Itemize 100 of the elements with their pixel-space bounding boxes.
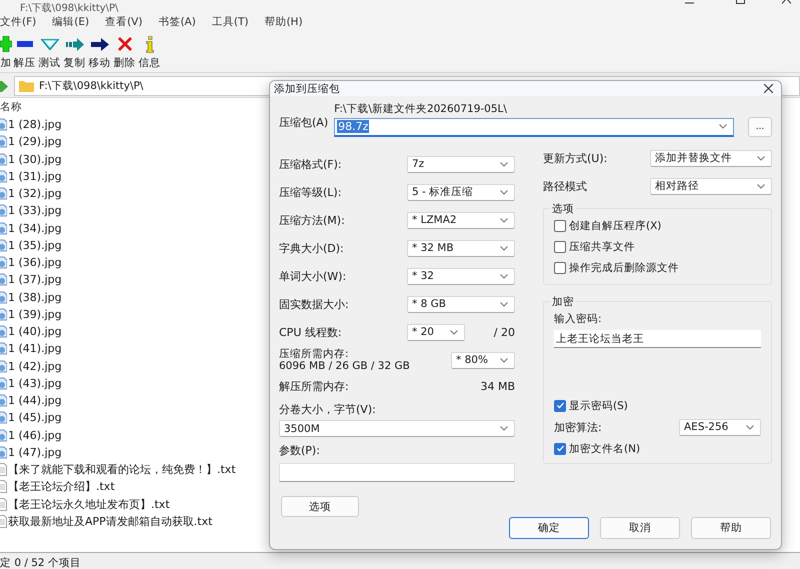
file-name[interactable]: 1 (41).jpg [8,342,62,356]
file-name[interactable]: 1 (36).jpg [8,256,62,270]
image-file-icon [0,394,7,408]
options-button[interactable]: 选项 [281,496,359,517]
checkbox[interactable] [554,240,566,252]
dropdown[interactable]: * 32 [407,268,515,284]
menu-item[interactable]: 工具(T) [212,15,248,29]
toolbar-button[interactable]: 信息 [137,30,162,72]
file-name[interactable]: 1 (45).jpg [8,411,62,424]
dialog-button[interactable]: 确定 [509,517,589,539]
image-file-icon [0,376,7,390]
toolbar-button[interactable]: 解压 [12,30,37,72]
chevron-icon [500,426,508,431]
file-name[interactable]: 【老王论坛永久地址发布页】.txt [8,496,170,512]
file-name[interactable]: 1 (31).jpg [8,170,62,183]
file-name[interactable]: 1 (28).jpg [8,118,62,132]
file-name[interactable]: 1 (35).jpg [8,238,62,252]
chevron-icon [500,190,508,194]
toolbar-button[interactable]: 测试 [37,30,62,72]
file-name[interactable]: 1 (39).jpg [8,308,62,321]
toolbar-button[interactable]: 移动 [87,30,112,72]
toolbar-button[interactable]: 复制 [62,30,87,72]
file-name[interactable]: 1 (42).jpg [8,360,62,373]
image-file-icon [0,204,7,218]
dropdown[interactable]: 相对路径 [650,178,772,194]
chevron-icon [500,246,508,250]
file-name[interactable]: 1 (46).jpg [8,428,62,442]
dropdown[interactable]: * 8 GB [407,296,515,312]
browse-button[interactable]: ... [748,117,772,137]
field-label: 参数(P): [279,443,321,458]
chevron-icon [450,330,458,334]
toolbar-button[interactable]: 删除 [112,30,137,72]
field-label: 字典大小(D): [279,240,344,256]
image-file-icon [0,170,7,183]
file-name[interactable]: 1 (40).jpg [8,325,62,338]
window-title: F:\下载\098\kkitty\P\ [19,3,118,14]
checkbox[interactable] [554,442,566,454]
file-name[interactable]: 1 (37).jpg [8,273,62,286]
menu-item[interactable]: 书签(A) [158,15,196,29]
checkbox-label: 加密文件名(N) [569,442,640,456]
dropdown[interactable]: AES-256 [679,418,761,436]
file-name[interactable]: 获取最新地址及APP请发邮箱自动获取.txt [8,514,212,529]
column-header[interactable]: 名称 [0,100,22,114]
dialog-button[interactable]: 取消 [600,517,680,539]
field-label: 输入密码: [554,312,603,326]
image-file-icon [0,222,7,235]
checkbox[interactable] [554,400,566,412]
file-name[interactable]: 1 (34).jpg [8,222,62,235]
field-label: 压缩所需内存: [279,348,350,360]
file-name[interactable]: 1 (29).jpg [8,135,62,148]
close-icon[interactable] [764,84,773,93]
file-name[interactable]: 1 (32).jpg [8,187,62,200]
chevron-icon [500,274,508,278]
dialog-button[interactable]: 帮助 [691,517,771,539]
dropdown[interactable]: * LZMA2 [407,212,515,228]
memory-detail: 6096 MB / 26 GB / 32 GB [279,360,410,372]
dropdown[interactable]: 5 - 标准压缩 [407,184,515,200]
file-name[interactable]: 1 (30).jpg [8,152,62,166]
file-name[interactable]: 1 (33).jpg [8,204,62,218]
password-field[interactable]: 上老王论坛当老王 [554,330,761,348]
image-file-icon [0,290,7,304]
menu-item[interactable]: 查看(V) [105,15,142,29]
menu-item[interactable]: 文件(F) [0,15,36,29]
checkbox-label: 创建自解压程序(X) [569,218,662,232]
file-name[interactable]: 1 (43).jpg [8,376,62,390]
checkbox[interactable] [554,220,566,232]
field-label: 压缩方法(M): [279,212,345,228]
dropdown[interactable]: * 32 MB [407,240,515,256]
field-label: 单词大小(W): [279,268,346,284]
minus-icon [16,41,32,47]
checkbox[interactable] [554,262,566,274]
dropdown[interactable]: 添加并替换文件 [650,150,772,166]
dropdown[interactable]: * 20 [407,324,465,340]
archive-name-field[interactable]: 98.7z [334,118,734,136]
toolbar-button[interactable]: 加 [0,30,12,72]
dropdown[interactable]: * 80% [451,352,515,368]
menu-item[interactable]: 帮助(H) [264,15,303,29]
menu-item[interactable]: 编辑(E) [52,15,90,29]
memory-value: 34 MB [480,380,515,392]
image-file-icon [0,273,7,286]
file-name[interactable]: 【来了就能下载和观看的论坛，纯免费！】.txt [8,462,236,478]
image-file-icon [0,256,7,270]
plus-icon [0,36,12,52]
chevron-icon [719,124,727,129]
file-name[interactable]: 【老王论坛介绍】.txt [8,479,115,494]
file-name[interactable]: 1 (38).jpg [8,290,62,304]
parameters-field[interactable] [279,463,515,482]
image-file-icon [0,342,7,356]
field-label: CPU 线程数: [279,324,343,340]
dropdown[interactable]: 3500M [279,420,515,437]
chevron-icon [500,162,508,166]
field-label: 解压所需内存: [279,378,349,394]
image-file-icon [0,238,7,252]
chevron-icon [500,302,508,306]
file-name[interactable]: 1 (47).jpg [8,446,62,459]
info-icon [146,36,154,52]
chevron-icon [746,424,754,430]
dropdown[interactable]: 7z [407,156,515,172]
checkbox-label: 显示密码(S) [569,398,628,412]
file-name[interactable]: 1 (44).jpg [8,394,62,408]
